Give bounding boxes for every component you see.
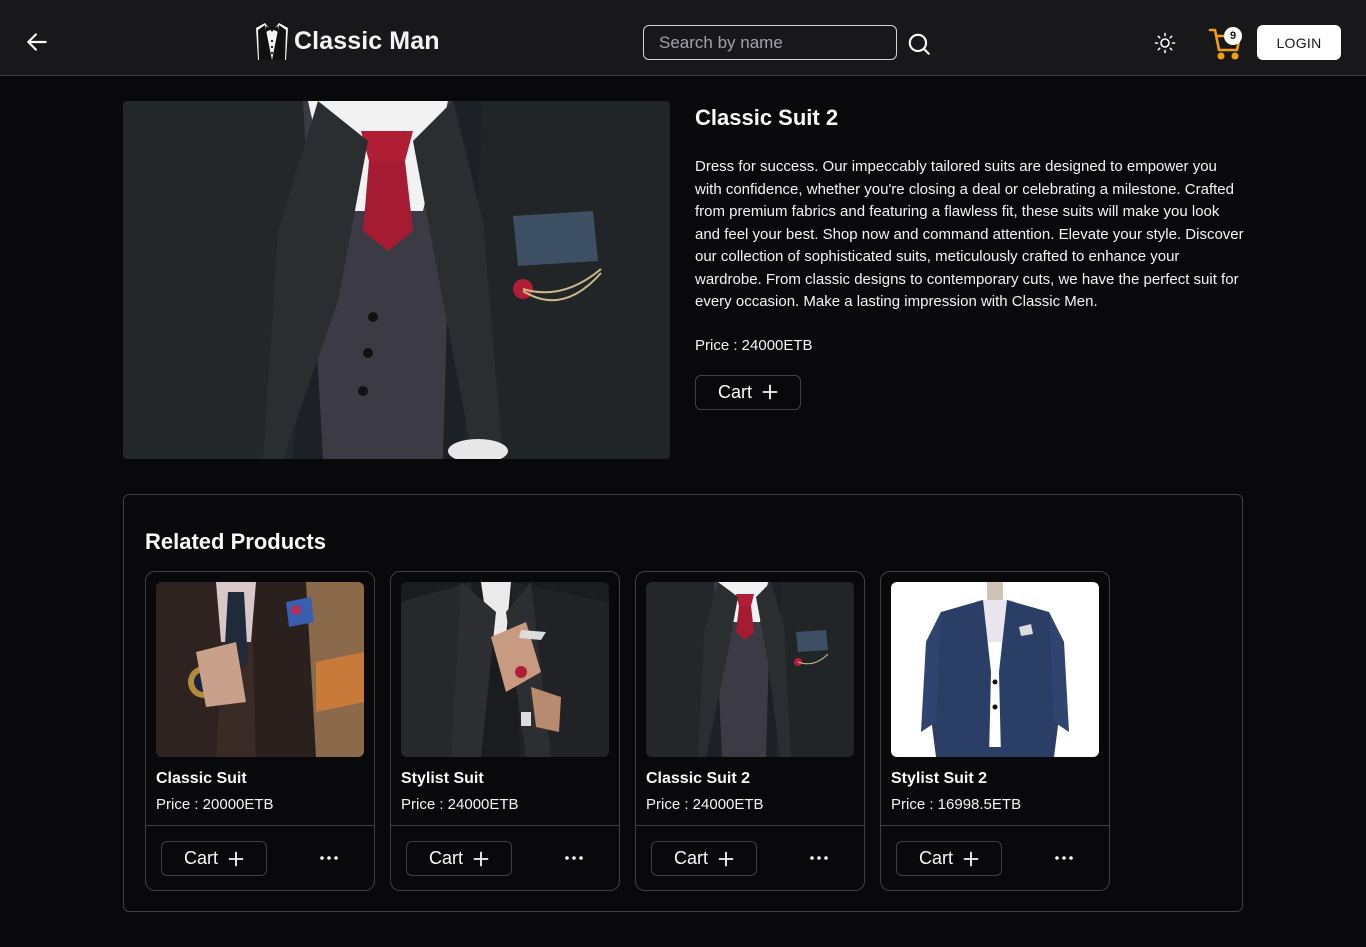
cart-button-label: Cart <box>918 848 953 868</box>
product-detail: Classic Suit 2 Dress for success. Our im… <box>695 103 1255 410</box>
related-products-title: Related Products <box>145 529 326 554</box>
product-image <box>646 582 854 757</box>
ellipsis-icon <box>320 856 338 860</box>
brand[interactable]: Classic Man <box>253 20 440 62</box>
cart-button-label: Cart <box>428 848 463 868</box>
product-image <box>401 582 609 757</box>
cart-button-label: Cart <box>673 848 708 868</box>
product-card[interactable]: Classic Suit 2 Price : 24000ETB Cart <box>635 571 865 891</box>
plus-icon <box>718 851 734 866</box>
plus-icon <box>228 851 244 866</box>
product-name: Stylist Suit <box>401 770 484 787</box>
plus-icon <box>473 851 489 866</box>
search-icon[interactable] <box>906 31 932 57</box>
product-price: Price : 20000ETB <box>156 796 274 813</box>
navbar: Classic Man 9 LOGIN <box>0 0 1366 76</box>
divider <box>146 825 374 826</box>
product-price: Price : 16998.5ETB <box>891 796 1022 813</box>
product-card[interactable]: Stylist Suit Price : 24000ETB Cart <box>390 571 620 891</box>
product-title: Classic Suit 2 <box>695 105 839 130</box>
divider <box>391 825 619 826</box>
more-options-button[interactable] <box>559 848 589 868</box>
product-image <box>123 101 670 459</box>
arrow-left-icon[interactable] <box>24 29 50 55</box>
plus-icon <box>963 851 979 866</box>
tuxedo-icon <box>256 23 288 60</box>
product-price: Price : 24000ETB <box>646 796 764 813</box>
ellipsis-icon <box>810 856 828 860</box>
plus-icon <box>762 384 778 400</box>
product-description: Dress for success. Our impeccably tailor… <box>695 158 1244 310</box>
add-to-cart-button[interactable]: Cart <box>161 841 267 876</box>
login-button[interactable]: LOGIN <box>1257 25 1341 60</box>
product-name: Classic Suit <box>156 770 247 787</box>
ellipsis-icon <box>1055 856 1073 860</box>
cart-count-badge: 9 <box>1224 27 1242 45</box>
divider <box>881 825 1109 826</box>
product-card[interactable]: Stylist Suit 2 Price : 16998.5ETB Cart <box>880 571 1110 891</box>
ellipsis-icon <box>565 856 583 860</box>
product-image <box>891 582 1099 757</box>
more-options-button[interactable] <box>314 848 344 868</box>
divider <box>636 825 864 826</box>
product-price: Price : 24000ETB <box>401 796 519 813</box>
product-image <box>156 582 364 757</box>
more-options-button[interactable] <box>1049 848 1079 868</box>
related-products: Related Products Classic Suit Price : 20… <box>123 494 1243 912</box>
product-name: Classic Suit 2 <box>646 770 751 787</box>
add-to-cart-button[interactable]: Cart <box>695 374 801 410</box>
add-to-cart-button[interactable]: Cart <box>651 841 757 876</box>
search-input[interactable] <box>643 25 897 60</box>
add-to-cart-button[interactable]: Cart <box>406 841 512 876</box>
more-options-button[interactable] <box>804 848 834 868</box>
product-price: Price : 24000ETB <box>695 336 813 354</box>
brand-name: Classic Man <box>294 26 440 55</box>
cart-button-label: Cart <box>717 381 752 402</box>
product-name: Stylist Suit 2 <box>891 770 988 787</box>
add-to-cart-button[interactable]: Cart <box>896 841 1002 876</box>
sun-icon[interactable] <box>1153 31 1177 55</box>
product-card[interactable]: Classic Suit Price : 20000ETB Cart <box>145 571 375 891</box>
cart-button-label: Cart <box>183 848 218 868</box>
